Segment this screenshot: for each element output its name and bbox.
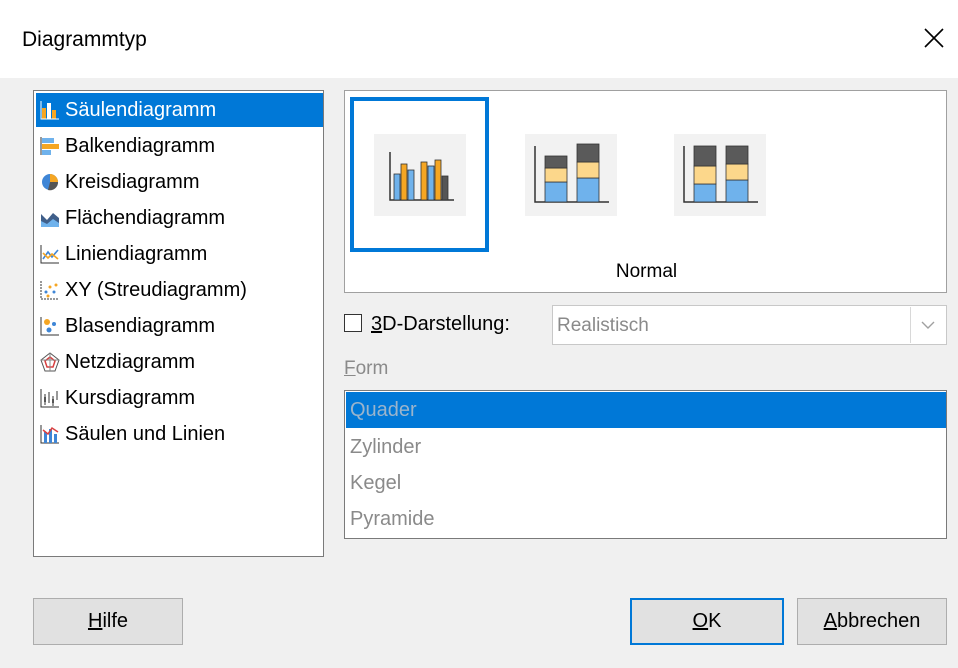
scatter-chart-icon [40,281,59,300]
help-button[interactable]: Hilfe [33,598,183,645]
area-chart-icon [41,213,59,227]
bubble-chart-icon [40,317,59,336]
ok-button-mnemonic: O [692,610,709,632]
chart-type-label: Balkendiagramm [65,134,216,157]
help-button-mnemonic: H [87,610,103,632]
chart-type-label: Liniendiagramm [65,242,208,265]
variant-percent-stacked[interactable] [650,97,789,252]
chart-type-list[interactable]: Säulendiagramm Balkendiagramm Kreisdiagr… [33,90,324,557]
3d-checkbox-mnemonic: 3 [371,313,383,335]
cancel-button-label: bbrechen [836,610,921,632]
chart-type-label: Säulendiagramm [65,98,217,121]
form-item-quader[interactable]: Quader [346,392,946,428]
close-icon [924,28,944,48]
chart-type-label: XY (Streudiagramm) [65,278,247,301]
stock-chart-icon [40,389,59,408]
chart-type-item-column[interactable]: Säulendiagramm [36,93,323,127]
chart-type-item-line[interactable]: Liniendiagramm [36,237,323,271]
chart-type-label: Säulen und Linien [65,422,226,445]
chart-type-item-pie[interactable]: Kreisdiagramm [36,165,323,199]
percent-stacked-column-thumbnail-icon [674,134,766,216]
dialog-title: Diagrammtyp [22,28,147,51]
pie-chart-icon [42,174,59,191]
column-chart-icon [40,101,59,120]
3d-style-value: Realistisch [557,315,649,336]
chart-type-item-bubble[interactable]: Blasendiagramm [36,309,323,343]
3d-checkbox-label-text: D-Darstellung: [382,313,510,335]
ok-button-label: K [708,610,722,632]
variant-label: Normal [615,261,678,282]
line-chart-icon [40,245,59,264]
3d-style-dropdown-button[interactable] [910,307,945,343]
chart-type-label: Kursdiagramm [65,386,196,409]
form-item-kegel[interactable]: Kegel [346,465,946,501]
3d-checkbox[interactable] [344,314,362,332]
chart-variant-panel: Normal [344,90,947,293]
3d-style-select[interactable]: Realistisch [552,305,947,345]
chart-type-label: Netzdiagramm [65,350,196,373]
form-list[interactable]: Quader Zylinder Kegel Pyramide [344,390,947,539]
bar-chart-icon [40,137,59,155]
variant-stacked[interactable] [501,97,640,252]
title-bar: Diagrammtyp [0,0,958,78]
column-line-chart-icon [40,425,59,444]
chevron-down-icon [921,321,935,329]
stacked-column-thumbnail-icon [525,134,617,216]
form-item-zylinder[interactable]: Zylinder [346,429,946,465]
chart-type-item-area[interactable]: Flächendiagramm [36,201,323,235]
chart-type-item-bar[interactable]: Balkendiagramm [36,129,323,163]
net-chart-icon [40,352,60,372]
chart-type-item-net[interactable]: Netzdiagramm [36,345,323,379]
chart-type-label: Blasendiagramm [65,314,216,337]
form-item-pyramide[interactable]: Pyramide [346,501,946,537]
cancel-button[interactable]: Abbrechen [797,598,947,645]
chart-type-item-stock[interactable]: Kursdiagramm [36,381,323,415]
ok-button[interactable]: OK [630,598,784,645]
close-button[interactable] [912,18,956,58]
form-label: Form [344,358,388,380]
chart-type-item-column-line[interactable]: Säulen und Linien [36,417,323,451]
chart-type-dialog: Diagrammtyp Säulendiagramm Balkendiagram… [0,0,958,668]
chart-type-item-scatter[interactable]: XY (Streudiagramm) [36,273,323,307]
3d-checkbox-label: 3D-Darstellung: [371,313,510,336]
cancel-button-mnemonic: A [823,610,837,632]
form-label-text: orm [355,358,389,379]
chart-type-label: Flächendiagramm [65,206,226,229]
form-label-mnemonic: F [344,358,356,379]
normal-column-thumbnail-icon [374,134,466,216]
help-button-label: ilfe [102,610,129,632]
chart-type-label: Kreisdiagramm [65,170,200,193]
variant-normal[interactable] [350,97,489,252]
